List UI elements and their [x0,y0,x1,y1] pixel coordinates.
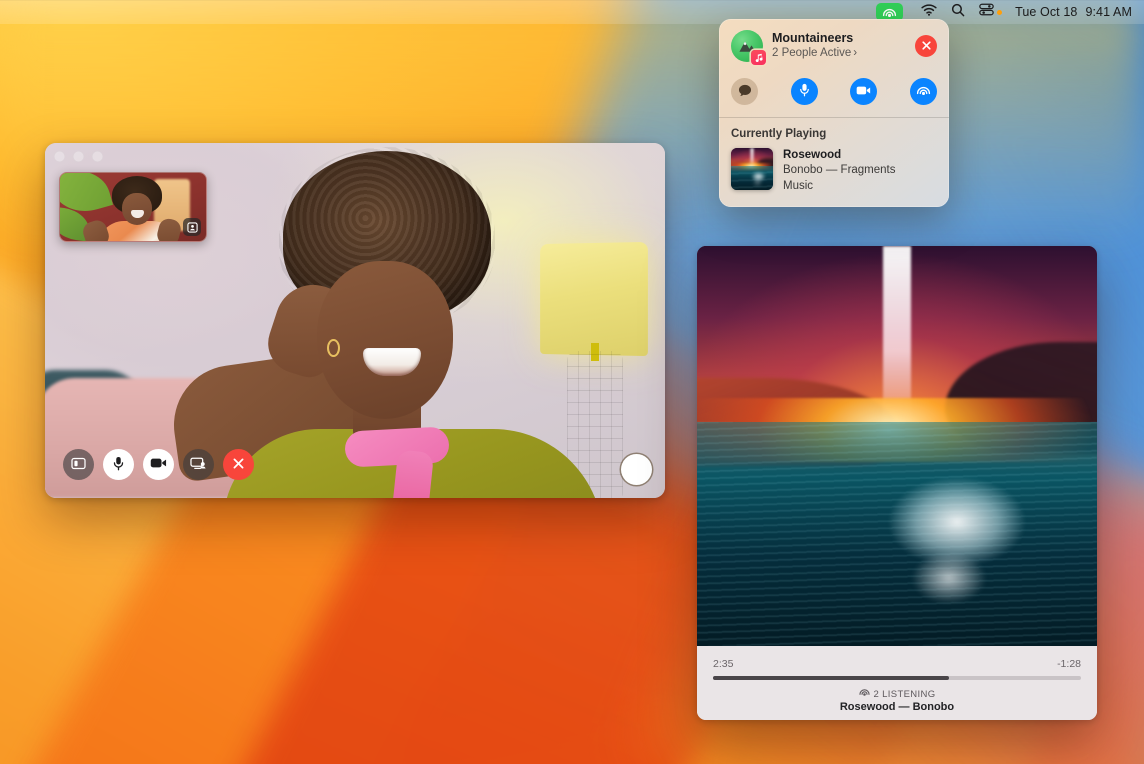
shareplay-action-row[interactable] [719,72,949,117]
listening-count-label: 2 LISTENING [874,689,936,700]
menu-bar: Tue Oct 18 9:41 AM [0,0,1144,24]
player-controls-bar: 2:35 -1:28 2 LISTENING Rosewood — Bonobo [697,646,1097,720]
person-in-frame-icon[interactable] [183,218,201,236]
end-call-button[interactable] [223,449,254,480]
menubar-spotlight-item[interactable] [944,0,972,24]
shareplay-popover[interactable]: Mountaineers 2 People Active › [719,19,949,207]
menubar-control-center-item[interactable] [972,0,1009,24]
chevron-right-icon: › [853,46,857,61]
control-center-status-dot [997,10,1002,15]
message-bubble-icon [738,84,752,100]
playback-times: 2:35 -1:28 [713,658,1081,670]
microphone-button[interactable] [103,449,134,480]
shareplay-now-playing-section: Currently Playing Rosewood Bonobo — Frag… [719,118,949,208]
track-title: Rosewood [783,148,896,164]
screen-share-icon [190,457,207,473]
now-playing-title: Rosewood — Bonobo [713,701,1081,713]
shareplay-participants[interactable]: 2 People Active › [772,46,906,61]
playback-scrubber[interactable] [713,676,1081,680]
control-center-icon [979,3,994,21]
album-artwork-large [697,246,1097,646]
mountain-avatar-icon [731,30,763,62]
music-app-badge-icon [751,50,766,65]
close-x-icon [232,457,245,473]
shareplay-icon [916,84,931,100]
video-button[interactable] [850,78,877,105]
listening-status: 2 LISTENING [713,688,1081,700]
shareplay-header-section: Mountaineers 2 People Active › [719,19,949,72]
shareplay-group-row[interactable]: Mountaineers 2 People Active › [731,30,937,62]
microphone-icon [112,456,125,474]
shareplay-participants-label: 2 People Active [772,46,851,61]
record-button[interactable] [621,454,652,485]
facetime-call-window[interactable] [45,143,665,498]
menubar-clock[interactable]: Tue Oct 18 9:41 AM [1009,5,1134,19]
close-window-button[interactable] [54,151,65,162]
messages-button[interactable] [731,78,758,105]
playback-progress-fill [713,676,949,680]
now-playing-row[interactable]: Rosewood Bonobo — Fragments Music [731,148,937,195]
pip-self-view[interactable] [59,172,207,242]
microphone-button[interactable] [791,78,818,105]
zoom-window-button[interactable] [92,151,103,162]
search-icon [951,3,965,22]
shareplay-group-info: Mountaineers 2 People Active › [772,31,906,62]
pip-person-face [122,193,152,225]
leave-shareplay-button[interactable] [915,35,937,57]
elapsed-time: 2:35 [713,658,733,670]
video-camera-icon [856,84,871,99]
album-artwork-thumbnail [731,148,773,190]
share-screen-button[interactable] [183,449,214,480]
video-camera-icon [150,457,167,472]
window-traffic-lights[interactable] [54,151,103,162]
call-control-bar[interactable] [63,449,254,480]
shareplay-small-icon [859,688,870,700]
now-playing-window[interactable]: 2:35 -1:28 2 LISTENING Rosewood — Bonobo [697,246,1097,720]
person-earring [327,339,340,357]
sidebar-toggle-button[interactable] [63,449,94,480]
microphone-icon [799,83,810,100]
remaining-time: -1:28 [1057,658,1081,670]
track-artist-album: Bonobo — Fragments [783,163,896,179]
minimize-window-button[interactable] [73,151,84,162]
shareplay-group-name: Mountaineers [772,31,906,47]
menubar-date: Tue Oct 18 [1015,5,1077,19]
close-x-icon [921,39,932,54]
currently-playing-label: Currently Playing [731,128,937,140]
now-playing-text: Rosewood Bonobo — Fragments Music [783,148,896,195]
sidebar-icon [71,457,86,473]
shareplay-button[interactable] [910,78,937,105]
camera-button[interactable] [143,449,174,480]
track-source-app: Music [783,179,896,195]
lamp-shade [540,242,648,356]
menubar-time: 9:41 AM [1085,5,1132,19]
